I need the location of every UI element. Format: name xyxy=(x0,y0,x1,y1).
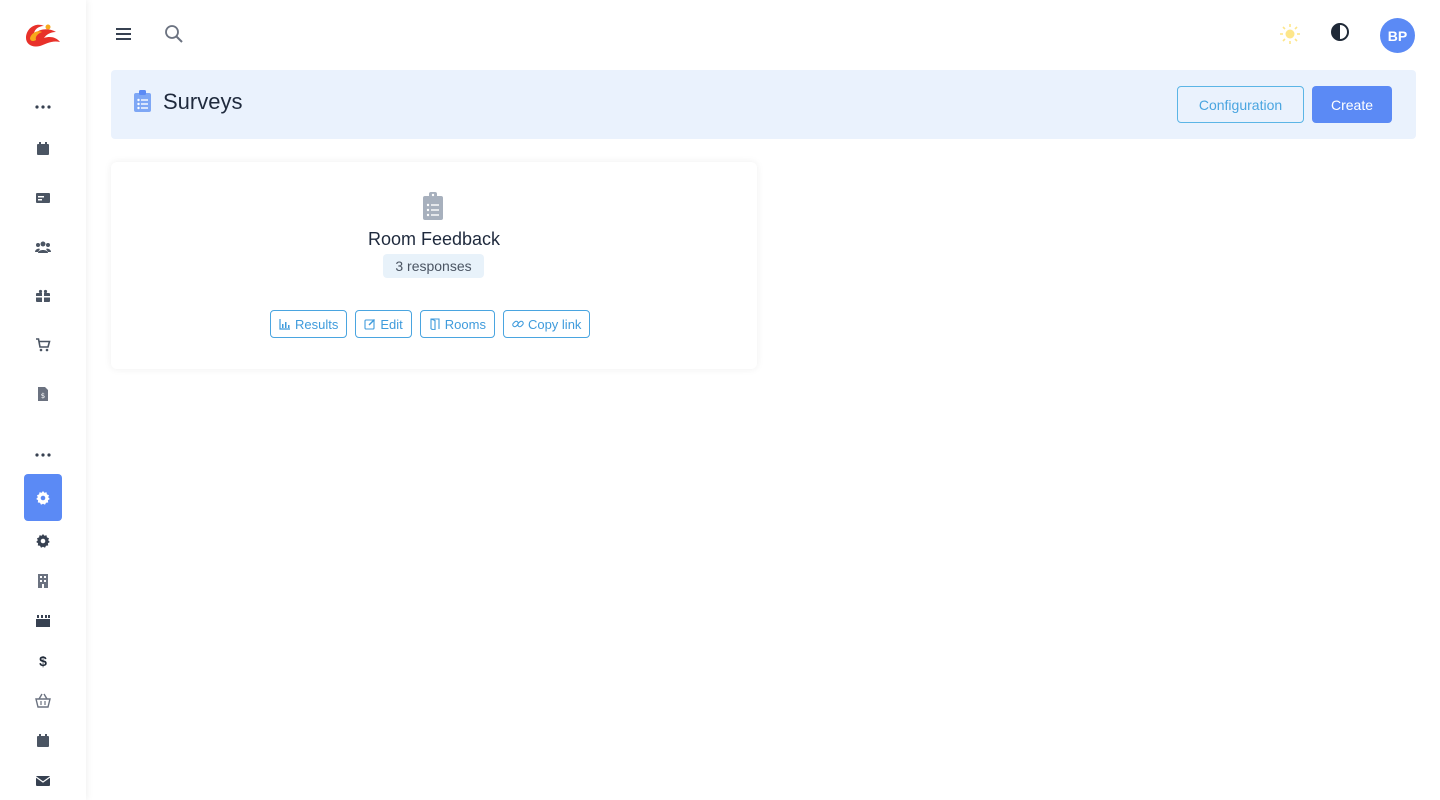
rooms-label: Rooms xyxy=(444,316,486,332)
door-icon xyxy=(430,318,440,330)
users-icon xyxy=(35,241,51,253)
survey-card: Room Feedback 3 responses Results Edit R… xyxy=(111,162,757,369)
page-title: Surveys xyxy=(163,89,243,114)
theme-toggle-button[interactable] xyxy=(1276,20,1304,48)
svg-text:$: $ xyxy=(41,392,45,400)
menu-toggle-button[interactable] xyxy=(110,20,138,48)
clipboard-list-icon xyxy=(423,192,443,220)
user-avatar[interactable]: BP xyxy=(1380,18,1415,53)
responses-badge: 3 responses xyxy=(383,254,484,278)
search-button[interactable] xyxy=(160,20,188,48)
card-icon xyxy=(36,193,50,203)
calendar-grid-icon xyxy=(36,615,50,627)
configuration-button[interactable]: Configuration xyxy=(1177,86,1304,123)
copy-link-button[interactable]: Copy link xyxy=(502,310,591,338)
link-icon xyxy=(512,320,524,328)
invoice-icon: $ xyxy=(38,387,48,401)
sidebar-item-dollar[interactable]: $ xyxy=(24,642,62,680)
dollar-icon: $ xyxy=(39,653,47,669)
mail-icon xyxy=(35,776,51,786)
results-button[interactable]: Results xyxy=(270,310,348,338)
edit-button[interactable]: Edit xyxy=(355,310,412,338)
sidebar-item-basket[interactable] xyxy=(24,682,62,720)
app-logo[interactable] xyxy=(22,18,62,52)
edit-label: Edit xyxy=(380,316,403,332)
sidebar-item-settings-active[interactable] xyxy=(24,474,62,521)
search-icon xyxy=(165,25,183,43)
page-header: Surveys Configuration Create xyxy=(111,70,1416,139)
contrast-toggle-button[interactable] xyxy=(1326,18,1354,46)
cart-icon xyxy=(36,338,51,352)
sidebar-item-mail[interactable] xyxy=(24,762,62,800)
basket-icon xyxy=(35,693,51,708)
survey-title: Room Feedback xyxy=(367,229,501,249)
chart-icon xyxy=(279,319,290,330)
building-icon xyxy=(38,574,48,588)
create-button[interactable]: Create xyxy=(1312,86,1392,123)
sidebar-item-building[interactable] xyxy=(24,562,62,600)
sidebar-item-card[interactable] xyxy=(24,179,62,217)
sidebar-item-calendar-grid[interactable] xyxy=(24,602,62,640)
contrast-icon xyxy=(1331,23,1349,41)
calendar-icon xyxy=(37,734,49,747)
settings-icon xyxy=(36,490,50,505)
survey-actions: Results Edit Rooms Copy link xyxy=(270,310,591,338)
sidebar-item-cart[interactable] xyxy=(24,326,62,364)
copy-link-label: Copy link xyxy=(527,316,582,332)
calendar-icon xyxy=(37,142,49,155)
results-label: Results xyxy=(295,316,339,332)
sidebar-item-calendar[interactable] xyxy=(24,130,62,168)
sidebar-item-gift[interactable] xyxy=(24,277,62,315)
rooms-button[interactable]: Rooms xyxy=(419,310,495,338)
clipboard-list-icon xyxy=(134,90,151,112)
sidebar-item-calendar-2[interactable] xyxy=(24,722,62,760)
sidebar-item-invoice[interactable]: $ xyxy=(24,375,62,413)
edit-icon xyxy=(364,319,376,330)
sidebar-item-gear[interactable] xyxy=(24,522,62,560)
section-dots-icon xyxy=(35,453,51,457)
gear-icon xyxy=(36,534,50,548)
sidebar: $ $ xyxy=(0,0,86,800)
sidebar-item-users[interactable] xyxy=(24,228,62,266)
sun-icon xyxy=(1280,24,1300,44)
hamburger-icon xyxy=(116,28,131,40)
section-dots-icon xyxy=(35,105,51,109)
gift-icon xyxy=(36,289,50,302)
